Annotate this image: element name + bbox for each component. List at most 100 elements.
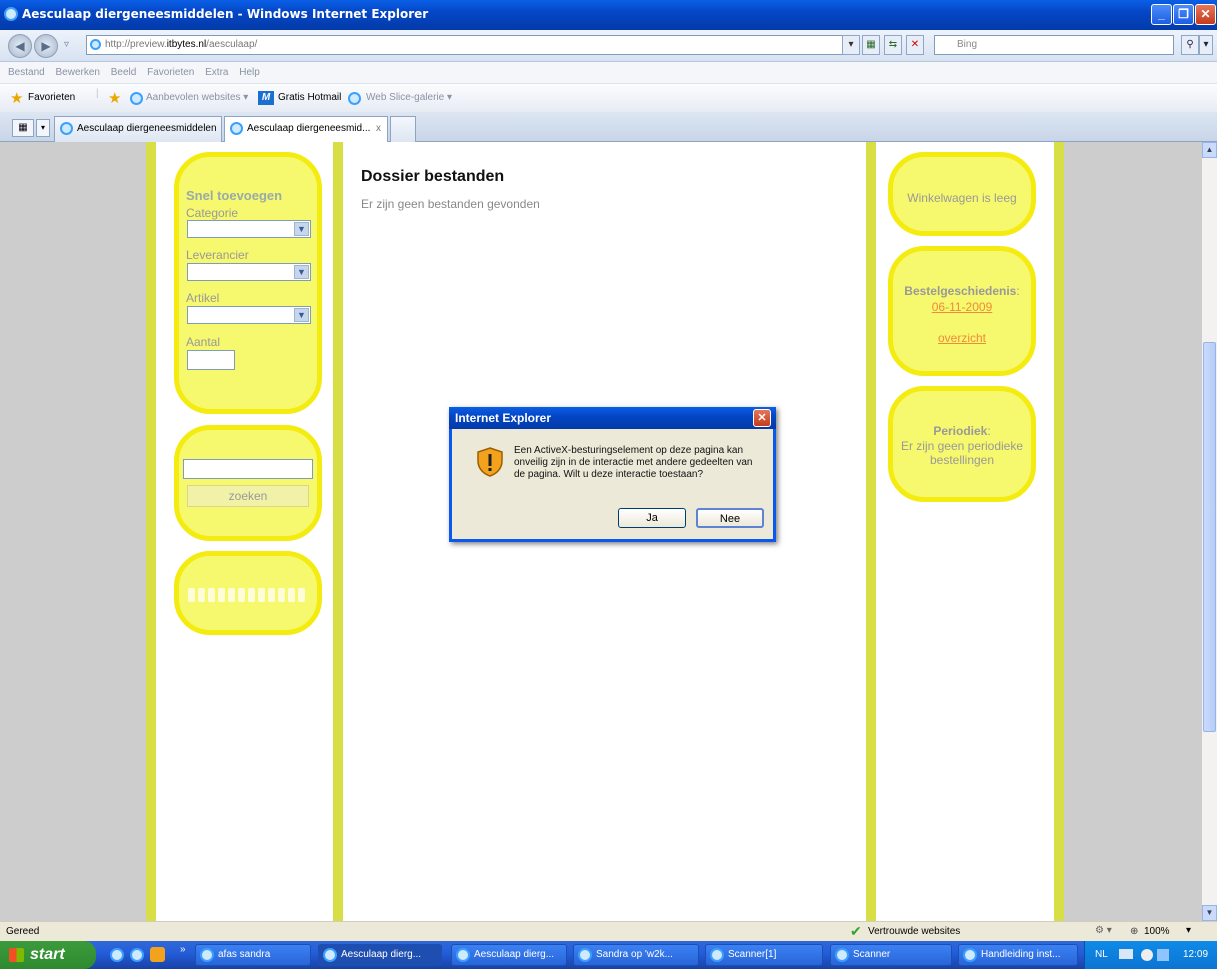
taskbar-button[interactable]: Sandra op 'w2k... bbox=[573, 944, 699, 966]
protected-mode-icon[interactable]: ⚙ ▾ bbox=[1095, 925, 1112, 936]
periodic-panel: Periodiek: Er zijn geen periodieke beste… bbox=[888, 386, 1036, 502]
taskbar-button[interactable]: Scanner[1] bbox=[705, 944, 823, 966]
tab-ie-icon bbox=[60, 122, 73, 135]
site-search-input[interactable] bbox=[183, 459, 313, 479]
start-button[interactable]: start bbox=[0, 941, 96, 969]
categorie-select[interactable]: ▼ bbox=[187, 220, 311, 238]
recent-pages-arrow-icon[interactable]: ▿ bbox=[64, 39, 69, 50]
chevron-down-icon: ▼ bbox=[294, 222, 309, 236]
new-tab-button[interactable] bbox=[390, 116, 416, 142]
dialog-titlebar[interactable]: Internet Explorer bbox=[449, 407, 776, 429]
loading-dash bbox=[238, 588, 245, 602]
address-dropdown-button[interactable]: ▾ bbox=[842, 35, 860, 55]
fav-webslice[interactable]: Web Slice-galerie ▾ bbox=[366, 92, 452, 103]
forward-button[interactable]: ▶ bbox=[34, 34, 58, 58]
tab-close-icon[interactable]: x bbox=[376, 117, 381, 141]
fav-hotmail[interactable]: Gratis Hotmail bbox=[278, 92, 341, 103]
search-panel: zoeken bbox=[174, 425, 322, 541]
security-zone[interactable]: Vertrouwde websites bbox=[868, 926, 960, 937]
stop-icon[interactable]: ✕ bbox=[906, 35, 924, 55]
quicklaunch-ie-icon[interactable] bbox=[130, 948, 144, 962]
cart-status: Winkelwagen is leeg bbox=[907, 191, 1017, 205]
overview-link[interactable]: overzicht bbox=[893, 331, 1031, 345]
search-button[interactable]: ⚲ bbox=[1181, 35, 1199, 55]
scroll-thumb[interactable] bbox=[1203, 342, 1216, 732]
taskbar-button[interactable]: Scanner bbox=[830, 944, 952, 966]
menu-beeld[interactable]: Beeld bbox=[111, 62, 137, 84]
menu-bestand[interactable]: Bestand bbox=[8, 62, 45, 84]
loading-dash bbox=[218, 588, 225, 602]
taskbar-button-label: afas sandra bbox=[218, 949, 271, 960]
taskbar-button[interactable]: Aesculaap dierg... bbox=[451, 944, 567, 966]
taskbar-app-icon bbox=[963, 948, 977, 962]
quicklaunch-clock-icon[interactable] bbox=[150, 947, 165, 962]
back-button[interactable]: ◀ bbox=[8, 34, 32, 58]
tray-monitor-icon[interactable] bbox=[1157, 949, 1169, 961]
add-favorites-icon[interactable]: ★ bbox=[108, 89, 121, 107]
compatibility-view-icon[interactable]: ▦ bbox=[862, 35, 880, 55]
dialog-close-button[interactable]: ✕ bbox=[753, 409, 771, 427]
taskbar-app-icon bbox=[835, 948, 849, 962]
leverancier-select[interactable]: ▼ bbox=[187, 263, 311, 281]
aantal-input[interactable] bbox=[187, 350, 235, 370]
address-field[interactable]: http://preview.itbytes.nl/aesculaap/ bbox=[86, 35, 860, 55]
scroll-up-icon[interactable]: ▲ bbox=[1202, 142, 1217, 158]
left-stripe bbox=[146, 142, 156, 921]
restore-button[interactable]: ❐ bbox=[1173, 4, 1194, 25]
cart-panel: Winkelwagen is leeg bbox=[888, 152, 1036, 236]
favbar-divider: | bbox=[96, 88, 99, 99]
loading-dash bbox=[228, 588, 235, 602]
tray-app-icon[interactable] bbox=[1141, 949, 1153, 961]
window-titlebar[interactable]: Aesculaap diergeneesmiddelen - Windows I… bbox=[0, 0, 1217, 30]
artikel-select[interactable]: ▼ bbox=[187, 306, 311, 324]
page-background-left bbox=[0, 142, 146, 921]
quick-add-panel: Snel toevoegen Categorie ▼ Leverancier ▼… bbox=[174, 152, 322, 414]
fav-aanbevolen[interactable]: Aanbevolen websites ▾ bbox=[146, 92, 248, 103]
search-input[interactable]: Bing bbox=[934, 35, 1174, 55]
zoom-level[interactable]: 100% bbox=[1144, 926, 1170, 937]
zoom-dropdown-icon[interactable]: ▾ bbox=[1186, 925, 1191, 936]
tab-1[interactable]: Aesculaap diergeneesmiddelen bbox=[54, 116, 222, 142]
tab-list-button[interactable]: ▾ bbox=[36, 119, 50, 137]
quicklaunch-more-icon[interactable]: » bbox=[180, 944, 186, 955]
menu-bewerken[interactable]: Bewerken bbox=[55, 62, 99, 84]
zoeken-button[interactable]: zoeken bbox=[187, 485, 309, 507]
scroll-down-icon[interactable]: ▼ bbox=[1202, 905, 1217, 921]
start-label: start bbox=[30, 946, 65, 963]
network-icon[interactable] bbox=[1119, 949, 1133, 959]
windows-flag-icon bbox=[9, 948, 24, 962]
menu-extra[interactable]: Extra bbox=[205, 62, 228, 84]
tab-2[interactable]: Aesculaap diergeneesmid... x bbox=[224, 116, 388, 142]
menu-help[interactable]: Help bbox=[239, 62, 260, 84]
favorites-button[interactable]: Favorieten bbox=[28, 92, 75, 103]
status-text: Gereed bbox=[6, 926, 40, 937]
vertical-scrollbar[interactable]: ▲ ▼ bbox=[1202, 142, 1217, 921]
tab-ie-icon bbox=[230, 122, 243, 135]
refresh-icon[interactable]: ⇆ bbox=[884, 35, 902, 55]
taskbar-button[interactable]: Aesculaap dierg... bbox=[318, 944, 442, 966]
dialog-message: Een ActiveX-besturingselement op deze pa… bbox=[514, 445, 753, 480]
ie-small-icon bbox=[130, 92, 143, 105]
hotmail-icon: M bbox=[258, 91, 274, 105]
history-date-link[interactable]: 06-11-2009 bbox=[893, 300, 1031, 314]
menu-favorieten[interactable]: Favorieten bbox=[147, 62, 194, 84]
taskbar-app-icon bbox=[710, 948, 724, 962]
close-window-button[interactable]: ✕ bbox=[1195, 4, 1216, 25]
minimize-button[interactable]: _ bbox=[1151, 4, 1172, 25]
quick-tabs-icon[interactable]: ▦ bbox=[12, 119, 34, 137]
taskbar-button[interactable]: afas sandra bbox=[195, 944, 311, 966]
taskbar-button[interactable]: Handleiding inst... bbox=[958, 944, 1078, 966]
taskbar-app-icon bbox=[200, 948, 214, 962]
trusted-check-icon: ✔ bbox=[850, 923, 862, 939]
webslice-icon bbox=[348, 92, 361, 105]
artikel-label: Artikel bbox=[186, 291, 220, 305]
quicklaunch-desktop-icon[interactable] bbox=[110, 948, 124, 962]
center-right-stripe bbox=[866, 142, 876, 921]
language-indicator[interactable]: NL bbox=[1095, 949, 1108, 960]
dialog-yes-button[interactable]: Ja bbox=[618, 508, 686, 528]
periodic-title-line: Periodiek: bbox=[933, 424, 991, 438]
chevron-down-icon: ▼ bbox=[294, 308, 309, 322]
dialog-no-button[interactable]: Nee bbox=[696, 508, 764, 528]
taskbar: start » afas sandra Aesculaap dierg... Aes… bbox=[0, 941, 1217, 969]
search-options-button[interactable]: ▾ bbox=[1199, 35, 1213, 55]
